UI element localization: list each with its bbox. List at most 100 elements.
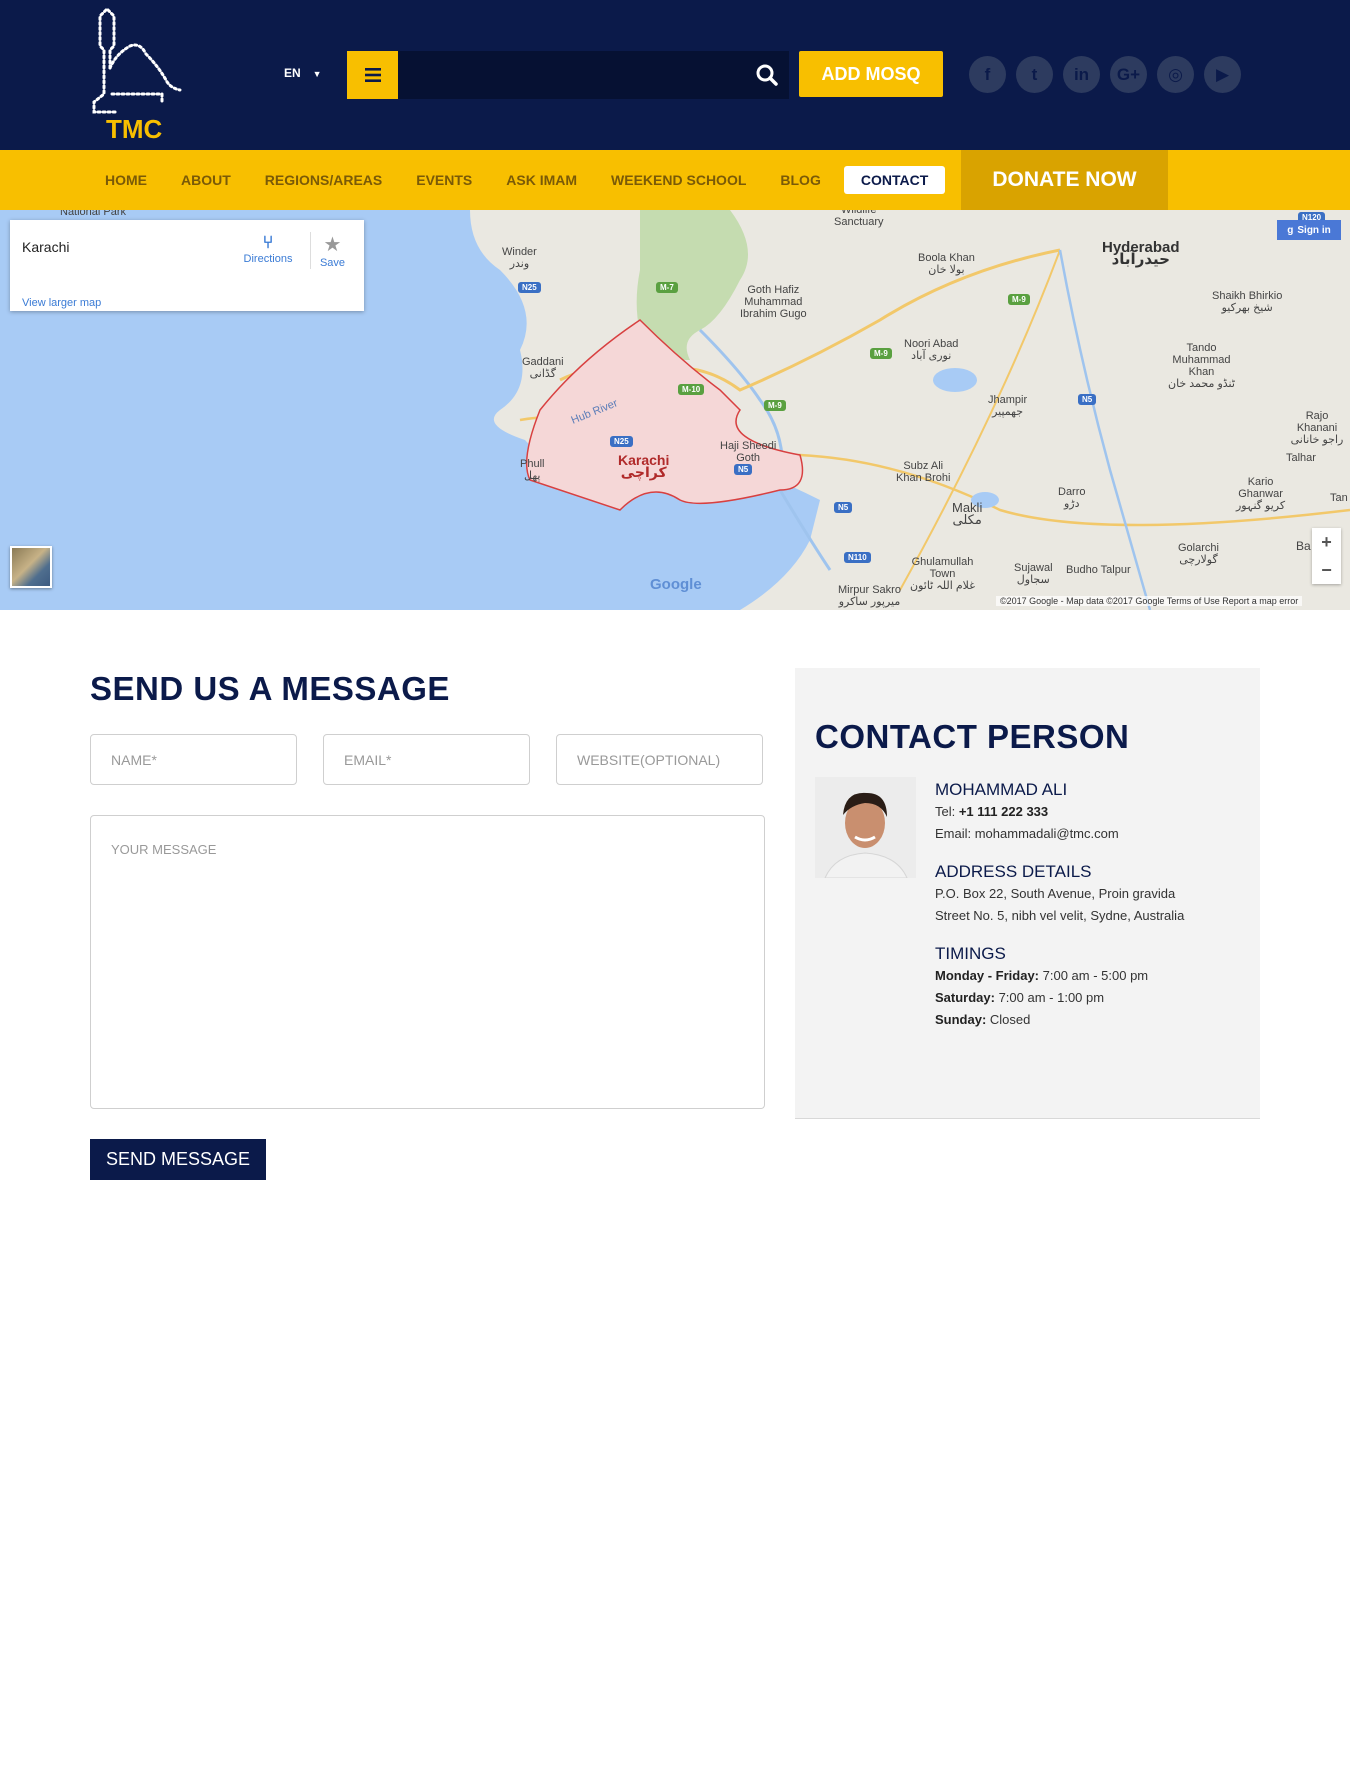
map-footer[interactable]: ©2017 Google - Map data ©2017 Google Ter… [996, 596, 1303, 606]
road-shield: M-10 [678, 384, 705, 395]
map-label-rajo-khanani: Rajo Khanani راجو خانانی [1290, 410, 1344, 446]
timing-value: 7:00 am - 1:00 pm [994, 990, 1105, 1005]
email-field[interactable] [323, 734, 530, 785]
timing-saturday: Saturday: 7:00 am - 1:00 pm [935, 987, 1245, 1009]
timing-sunday: Sunday: Closed [935, 1009, 1245, 1031]
map-label-haji-sheedi: Haji Sheedi Goth [720, 440, 777, 464]
nav-item-about[interactable]: ABOUT [164, 166, 248, 194]
contact-title: CONTACT PERSON [815, 718, 1130, 755]
address-line-2: Street No. 5, nibh vel velit, Sydne, Aus… [935, 908, 1185, 923]
timing-value: 7:00 am - 5:00 pm [1039, 968, 1149, 983]
google-g-icon: g [1287, 224, 1294, 236]
nav-item-ask-imam[interactable]: ASK IMAM [489, 166, 594, 194]
timing-label: Monday - Friday: [935, 968, 1040, 983]
road-shield: N5 [734, 464, 753, 475]
zoom-control: + − [1312, 528, 1341, 584]
map-label-kario: Kario Ghanwar کریو گنہور [1236, 476, 1286, 512]
map-label-tan: Tan [1330, 492, 1348, 504]
map-label-makli: Makli مکلی [952, 500, 983, 527]
search-input[interactable] [398, 51, 789, 99]
person-photo [815, 777, 916, 878]
sign-in-label: Sign in [1297, 224, 1331, 236]
main-nav-bar: HOME ABOUT REGIONS/AREAS EVENTS ASK IMAM… [0, 150, 1350, 210]
map-label-wildlife: Wildlife Sanctuary [834, 210, 884, 228]
map-label-goth-hafiz: Goth Hafiz Muhammad Ibrahim Gugo [740, 284, 807, 320]
send-message-button[interactable]: SEND MESSAGE [90, 1139, 266, 1180]
donate-now-button[interactable]: DONATE NOW [961, 150, 1168, 210]
zoom-in-button[interactable]: + [1312, 528, 1341, 556]
map-label-jhampir: Jhampir جھمپير [988, 394, 1028, 418]
phone-label: Tel: [935, 804, 959, 819]
star-icon: ★ [323, 234, 342, 256]
map-label-golarchi: Golarchi گولارچی [1178, 542, 1219, 566]
avatar [815, 777, 916, 878]
contact-phone: Tel: +1 111 222 333 [935, 801, 1245, 823]
zoom-out-button[interactable]: − [1312, 556, 1341, 584]
map-label-boola-khan: Boola Khan بولا خان [918, 252, 975, 276]
caret-down-icon: ▼ [312, 69, 322, 79]
save-button[interactable]: ★ Save [310, 232, 354, 269]
address-heading: ADDRESS DETAILS [935, 862, 1092, 881]
map-label-hyderabad: Hyderabad حيدرآباد [1102, 239, 1180, 268]
nav-item-blog[interactable]: BLOG [763, 166, 837, 194]
search-icon[interactable] [755, 63, 779, 87]
add-mosque-button[interactable]: ADD MOSQ [799, 51, 943, 97]
nav-item-contact[interactable]: CONTACT [843, 166, 946, 194]
view-larger-map-link[interactable]: View larger map [22, 297, 101, 309]
youtube-icon[interactable]: ▶ [1204, 56, 1241, 93]
language-selector[interactable]: EN ▼ [284, 66, 322, 80]
hamburger-icon [364, 68, 381, 82]
menu-button[interactable] [347, 51, 398, 99]
satellite-toggle[interactable] [10, 546, 52, 588]
directions-button[interactable]: ⑂ Directions [238, 232, 298, 265]
timing-value: Closed [986, 1012, 1031, 1027]
social-links: f t in G+ ◎ ▶ [969, 56, 1241, 93]
map-label-karachi: Karachi کراچی [618, 452, 670, 480]
name-field[interactable] [90, 734, 297, 785]
facebook-icon[interactable]: f [969, 56, 1006, 93]
map-label-noori-abad: Noori Abad نوری آباد [904, 338, 959, 362]
nav-item-events[interactable]: EVENTS [399, 166, 489, 194]
save-label: Save [319, 257, 346, 269]
directions-icon: ⑂ [262, 232, 274, 252]
nav-item-weekend-school[interactable]: WEEKEND SCHOOL [594, 166, 763, 194]
twitter-icon[interactable]: t [1016, 56, 1053, 93]
road-shield: N25 [610, 436, 633, 447]
tmc-logo[interactable]: TMC [88, 6, 190, 144]
contact-email[interactable]: Email: mohammadali@tmc.com [935, 823, 1245, 845]
website-field[interactable] [556, 734, 763, 785]
google-logo: Google [650, 576, 702, 593]
contact-name: MOHAMMAD ALI [935, 780, 1068, 799]
map-label-phull: Phull پھل [520, 458, 545, 482]
timings-heading: TIMINGS [935, 944, 1006, 963]
instagram-icon[interactable]: ◎ [1157, 56, 1194, 93]
map-embed[interactable]: National Park Wildlife Sanctuary Winder … [0, 210, 1350, 610]
contact-info: MOHAMMAD ALI Tel: +1 111 222 333 Email: … [935, 779, 1245, 1031]
map-label-shaikh-bhirkio: Shaikh Bhirkio شيخ بھرکيو [1212, 290, 1283, 314]
language-label: EN [284, 66, 301, 80]
road-shield: N110 [844, 552, 871, 563]
svg-text:TMC: TMC [106, 114, 163, 144]
road-shield: M-9 [870, 348, 892, 359]
road-shield: N5 [834, 502, 853, 513]
nav-item-home[interactable]: HOME [88, 166, 164, 194]
road-shield: M-9 [1008, 294, 1030, 305]
sign-in-button[interactable]: g Sign in [1277, 220, 1341, 240]
road-shield: N25 [518, 282, 541, 293]
message-field[interactable] [90, 815, 765, 1109]
nav-item-regions[interactable]: REGIONS/AREAS [248, 166, 399, 194]
road-shield: N5 [1078, 394, 1097, 405]
map-label-tando: Tando Muhammad Khan ٹنڈو محمد خان [1168, 342, 1235, 390]
map-place-card: Karachi ⑂ Directions ★ Save View larger … [10, 220, 364, 311]
map-label-mirpur-sakro: Mirpur Sakro میرپور ساکرو [838, 584, 901, 608]
map-label-darro: Darro دڑو [1058, 486, 1086, 510]
address-line-1: P.O. Box 22, South Avenue, Proin gravida [935, 886, 1176, 901]
map-label-budho-talpur: Budho Talpur [1066, 564, 1131, 576]
map-label-national-park: National Park [60, 210, 127, 218]
google-plus-icon[interactable]: G+ [1110, 56, 1147, 93]
linkedin-icon[interactable]: in [1063, 56, 1100, 93]
map-label-sujawal: Sujawal سجاول [1014, 562, 1053, 586]
map-label-subz-ali: Subz Ali Khan Brohi [896, 460, 951, 484]
phone-number[interactable]: +1 111 222 333 [959, 804, 1048, 819]
top-header: TMC EN ▼ ADD MOSQ f t in G+ ◎ ▶ [0, 0, 1350, 150]
